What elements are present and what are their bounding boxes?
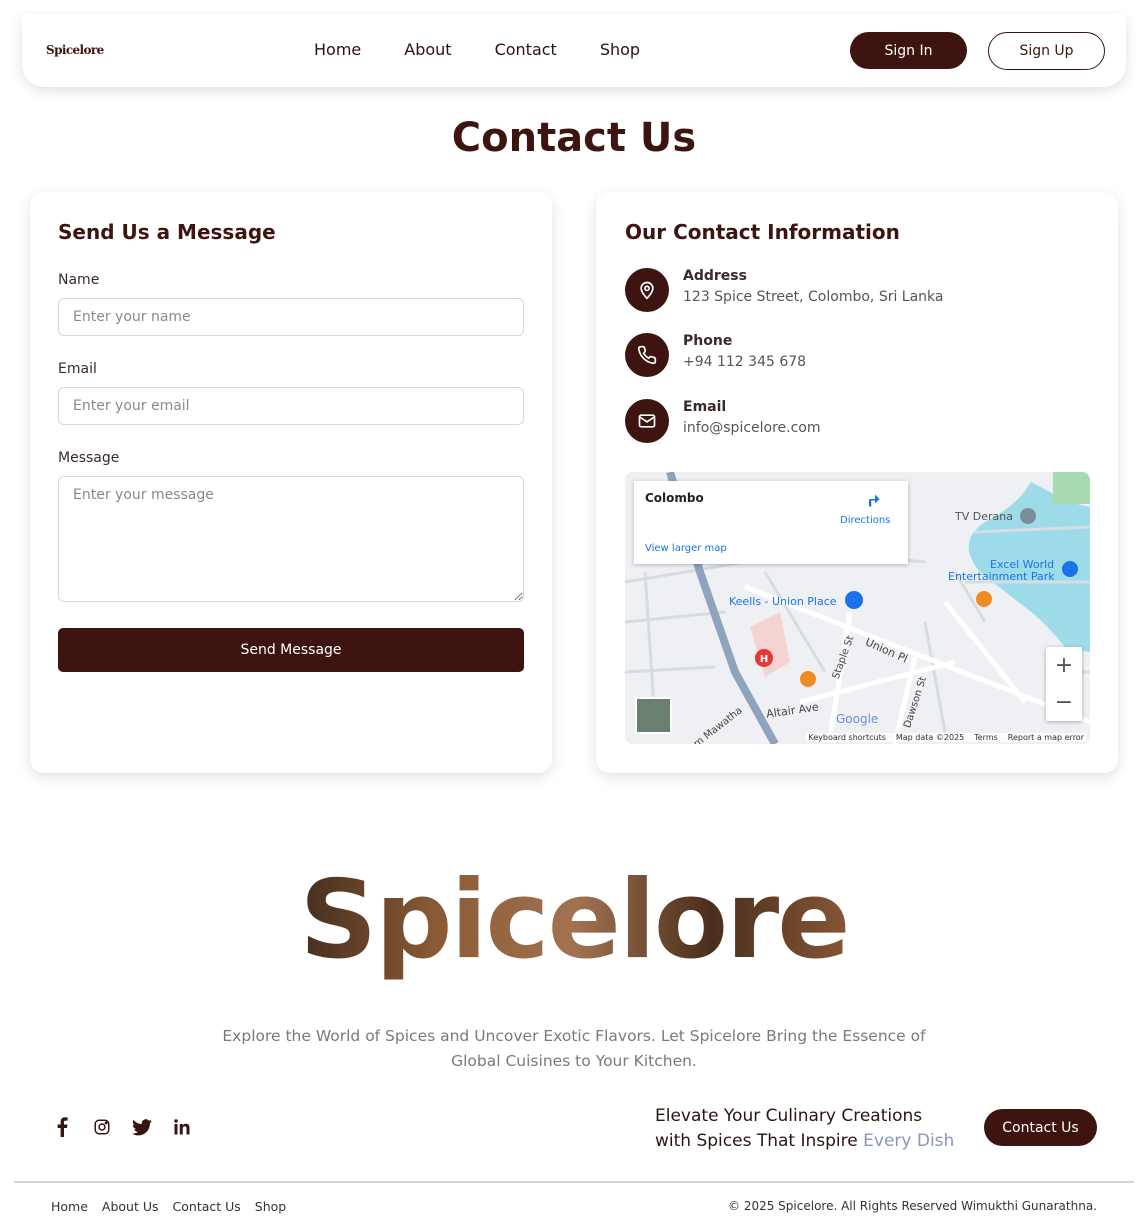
zoom-in-button[interactable]: + bbox=[1046, 647, 1082, 684]
page-title: Contact Us bbox=[451, 115, 697, 161]
email-value: info@spicelore.com bbox=[683, 420, 821, 436]
zoom-out-button[interactable]: − bbox=[1046, 684, 1082, 721]
map-label-keells: Keells - Union Place bbox=[729, 595, 837, 608]
footer-contact-us-button[interactable]: Contact Us bbox=[984, 1109, 1097, 1146]
directions-icon[interactable] bbox=[866, 493, 884, 511]
map-attribution: Keyboard shortcuts Map data ©2025 Terms … bbox=[806, 733, 1086, 742]
sign-up-button[interactable]: Sign Up bbox=[988, 32, 1105, 70]
form-heading: Send Us a Message bbox=[58, 220, 276, 244]
logo[interactable]: Spicelore bbox=[46, 43, 104, 57]
footer-link-about-us[interactable]: About Us bbox=[102, 1199, 159, 1214]
footer-tagline: Explore the World of Spices and Uncover … bbox=[222, 1027, 926, 1070]
map-terms-link[interactable]: Terms bbox=[974, 733, 998, 742]
contact-info-heading: Our Contact Information bbox=[625, 220, 900, 244]
sign-in-button[interactable]: Sign In bbox=[850, 32, 967, 69]
map-view-larger-link[interactable]: View larger map bbox=[645, 543, 727, 554]
svg-text:H: H bbox=[760, 654, 768, 665]
linkedin-icon[interactable] bbox=[172, 1116, 192, 1138]
nav-link-home[interactable]: Home bbox=[314, 40, 361, 59]
footer-links: Home About Us Contact Us Shop bbox=[51, 1199, 286, 1214]
phone-value: +94 112 345 678 bbox=[683, 354, 807, 370]
social-links bbox=[52, 1116, 192, 1138]
name-label: Name bbox=[58, 272, 100, 288]
map-city-name: Colombo bbox=[645, 491, 704, 505]
map-directions-link[interactable]: Directions bbox=[840, 515, 890, 526]
email-input[interactable] bbox=[58, 387, 524, 425]
phone-row: Phone +94 112 345 678 bbox=[625, 333, 806, 377]
location-pin-icon bbox=[625, 268, 669, 312]
footer-divider bbox=[14, 1181, 1134, 1183]
map-zoom-controls: + − bbox=[1046, 647, 1082, 721]
message-form-card: Send Us a Message Name Email Message Sen… bbox=[30, 192, 552, 773]
navbar: Spicelore Home About Contact Shop Sign I… bbox=[22, 14, 1126, 87]
address-row: Address 123 Spice Street, Colombo, Sri L… bbox=[625, 268, 944, 312]
contact-info-card: Our Contact Information Address 123 Spic… bbox=[596, 192, 1118, 773]
map-keyboard-shortcuts[interactable]: Keyboard shortcuts bbox=[808, 733, 885, 742]
copyright-text: © 2025 Spicelore. All Rights Reserved Wi… bbox=[728, 1199, 1097, 1213]
name-input[interactable] bbox=[58, 298, 524, 336]
twitter-icon[interactable] bbox=[132, 1116, 152, 1138]
footer-cta-text: Elevate Your Culinary Creations with Spi… bbox=[655, 1104, 954, 1154]
envelope-icon bbox=[625, 399, 669, 443]
map-place-card: Colombo Directions View larger map bbox=[634, 481, 908, 564]
nav-link-contact[interactable]: Contact bbox=[495, 40, 557, 59]
map-data-credit: Map data ©2025 bbox=[895, 733, 965, 742]
nav-link-about[interactable]: About bbox=[404, 40, 451, 59]
phone-icon bbox=[625, 333, 669, 377]
cta-line-2: with Spices That Inspire Every Dish bbox=[655, 1129, 954, 1154]
google-logo: Google bbox=[836, 712, 879, 726]
cta-line-2-prefix: with Spices That Inspire bbox=[655, 1131, 864, 1151]
address-title: Address bbox=[683, 268, 747, 284]
map-label-entertainment-park: Entertainment Park bbox=[948, 570, 1055, 583]
main-nav: Home About Contact Shop bbox=[314, 40, 683, 59]
email-row: Email info@spicelore.com bbox=[625, 399, 821, 443]
map-report-error-link[interactable]: Report a map error bbox=[1008, 733, 1084, 742]
cta-line-1: Elevate Your Culinary Creations bbox=[655, 1106, 923, 1126]
footer-link-contact-us[interactable]: Contact Us bbox=[173, 1199, 241, 1214]
nav-link-shop[interactable]: Shop bbox=[600, 40, 640, 59]
footer-link-shop[interactable]: Shop bbox=[255, 1199, 286, 1214]
embedded-map[interactable]: H TV Derana Excel World Entertainment Pa… bbox=[625, 472, 1090, 744]
map-label-tv-derana: TV Derana bbox=[955, 510, 1013, 523]
instagram-icon[interactable] bbox=[92, 1116, 112, 1138]
footer-brand-wordmark: Spicelore bbox=[0, 858, 1148, 983]
message-textarea[interactable] bbox=[58, 476, 524, 602]
email-label: Email bbox=[58, 361, 97, 377]
facebook-icon[interactable] bbox=[52, 1116, 72, 1138]
address-value: 123 Spice Street, Colombo, Sri Lanka bbox=[683, 289, 944, 305]
cta-line-2-accent: Every Dish bbox=[863, 1131, 955, 1151]
email-title: Email bbox=[683, 399, 727, 415]
send-message-button[interactable]: Send Message bbox=[58, 628, 524, 672]
phone-title: Phone bbox=[683, 333, 733, 349]
message-label: Message bbox=[58, 450, 120, 466]
footer-link-home[interactable]: Home bbox=[51, 1199, 88, 1214]
